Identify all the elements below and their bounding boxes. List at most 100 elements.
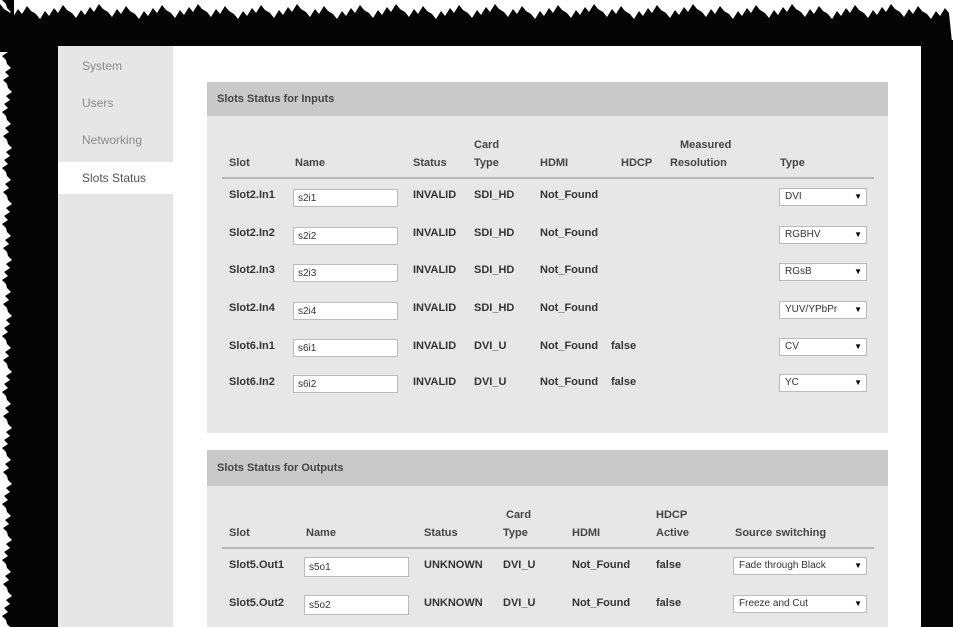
caret-down-icon: ▼	[854, 267, 862, 276]
sidebar-item-label: Users	[82, 96, 114, 110]
card-type-cell: DVI_U	[503, 559, 536, 571]
col-header-status: Status	[413, 157, 447, 169]
right-frame	[921, 40, 953, 627]
status-cell: INVALID	[413, 227, 457, 239]
hdcp-active-cell: false	[656, 559, 682, 571]
slot-cell: Slot2.In2	[229, 227, 275, 239]
outputs-panel-title: Slots Status for Outputs	[207, 450, 888, 486]
col-header-status: Status	[424, 527, 458, 539]
name-input[interactable]	[293, 302, 398, 320]
type-select-value: CV	[785, 341, 799, 352]
status-cell: INVALID	[413, 302, 457, 314]
col-header-name: Name	[295, 157, 325, 169]
caret-down-icon: ▼	[854, 599, 862, 608]
type-select-value: DVI	[785, 191, 802, 202]
status-cell: INVALID	[413, 340, 457, 352]
type-select-value: RGBHV	[785, 229, 821, 240]
type-select-value: YC	[785, 377, 799, 388]
name-input[interactable]	[293, 375, 398, 393]
name-input[interactable]	[293, 339, 398, 357]
sidebar-item-label: Slots Status	[82, 171, 147, 185]
col-header-active: Active	[656, 527, 690, 539]
hdmi-cell: Not_Found	[572, 559, 631, 571]
slot-cell: Slot2.In1	[229, 189, 275, 201]
sidebar-item-users[interactable]: Users	[58, 87, 173, 119]
name-input[interactable]	[304, 595, 409, 615]
card-type-cell: SDI_HD	[474, 264, 515, 276]
sidebar-item-networking[interactable]: Networking	[58, 124, 173, 156]
col-header-slot: Slot	[229, 157, 250, 169]
type-select-value: YUV/YPbPr	[785, 304, 838, 315]
slot-cell: Slot2.In4	[229, 302, 275, 314]
hdmi-cell: Not_Found	[572, 597, 631, 609]
header-divider	[222, 177, 874, 179]
name-input[interactable]	[293, 189, 398, 207]
caret-down-icon: ▼	[854, 305, 862, 314]
source-switching-select[interactable]: Fade through Black ▼	[733, 557, 867, 575]
torn-top-edge	[0, 4, 953, 52]
sidebar-item-system[interactable]: System	[58, 50, 173, 82]
sidebar-item-slots-status[interactable]: Slots Status	[58, 162, 173, 194]
type-select[interactable]: DVI ▼	[779, 188, 867, 206]
type-select[interactable]: YUV/YPbPr ▼	[779, 301, 867, 319]
torn-left-edge	[2, 0, 14, 627]
hdcp-active-cell: false	[656, 597, 682, 609]
inputs-panel-title: Slots Status for Inputs	[207, 82, 888, 116]
status-cell: INVALID	[413, 376, 457, 388]
type-select[interactable]: CV ▼	[779, 338, 867, 356]
sidebar-nav: System Users Networking Slots Status	[58, 46, 173, 627]
type-select[interactable]: YC ▼	[779, 374, 867, 392]
hdcp-cell: false	[611, 376, 637, 388]
col-header-hdmi: HDMI	[572, 527, 601, 539]
slot-cell: Slot2.In3	[229, 264, 275, 276]
slot-cell: Slot5.Out2	[229, 597, 285, 609]
type-select[interactable]: RGBHV ▼	[779, 226, 867, 244]
col-header-measured: Measured	[680, 139, 732, 151]
sidebar-item-label: Networking	[82, 133, 143, 147]
caret-down-icon: ▼	[854, 378, 862, 387]
card-type-cell: DVI_U	[474, 340, 507, 352]
slot-cell: Slot6.In2	[229, 376, 275, 388]
card-type-cell: DVI_U	[474, 376, 507, 388]
type-select-value: RGsB	[785, 266, 812, 277]
slot-cell: Slot5.Out1	[229, 559, 285, 571]
col-header-name: Name	[306, 527, 336, 539]
col-header-type: Type	[780, 157, 805, 169]
slot-cell: Slot6.In1	[229, 340, 275, 352]
caret-down-icon: ▼	[854, 230, 862, 239]
source-switching-value: Freeze and Cut	[739, 598, 808, 609]
name-input[interactable]	[293, 227, 398, 245]
caret-down-icon: ▼	[854, 192, 862, 201]
card-type-cell: DVI_U	[503, 597, 536, 609]
hdmi-cell: Not_Found	[540, 227, 599, 239]
card-type-cell: SDI_HD	[474, 189, 515, 201]
col-header-source-switching: Source switching	[735, 527, 827, 539]
hdmi-cell: Not_Found	[540, 302, 599, 314]
col-header-card: Card	[474, 139, 500, 151]
sidebar-item-label: System	[82, 59, 123, 73]
hdmi-cell: Not_Found	[540, 376, 599, 388]
col-header-resolution: Resolution	[670, 157, 727, 169]
col-header-hdmi: HDMI	[540, 157, 569, 169]
hdmi-cell: Not_Found	[540, 340, 599, 352]
source-switching-value: Fade through Black	[739, 560, 826, 571]
name-input[interactable]	[304, 557, 409, 577]
col-header-hdcp: HDCP	[656, 509, 688, 521]
col-header-type-card: Type	[503, 527, 528, 539]
status-cell: UNKNOWN	[424, 597, 483, 609]
status-cell: UNKNOWN	[424, 559, 483, 571]
col-header-slot: Slot	[229, 527, 250, 539]
card-type-cell: SDI_HD	[474, 227, 515, 239]
header-divider	[222, 547, 874, 549]
type-select[interactable]: RGsB ▼	[779, 263, 867, 281]
hdmi-cell: Not_Found	[540, 189, 599, 201]
status-cell: INVALID	[413, 189, 457, 201]
caret-down-icon: ▼	[854, 561, 862, 570]
status-cell: INVALID	[413, 264, 457, 276]
col-header-type-card: Type	[474, 157, 499, 169]
name-input[interactable]	[293, 264, 398, 282]
card-type-cell: SDI_HD	[474, 302, 515, 314]
left-frame	[14, 40, 58, 627]
source-switching-select[interactable]: Freeze and Cut ▼	[733, 595, 867, 613]
caret-down-icon: ▼	[854, 342, 862, 351]
